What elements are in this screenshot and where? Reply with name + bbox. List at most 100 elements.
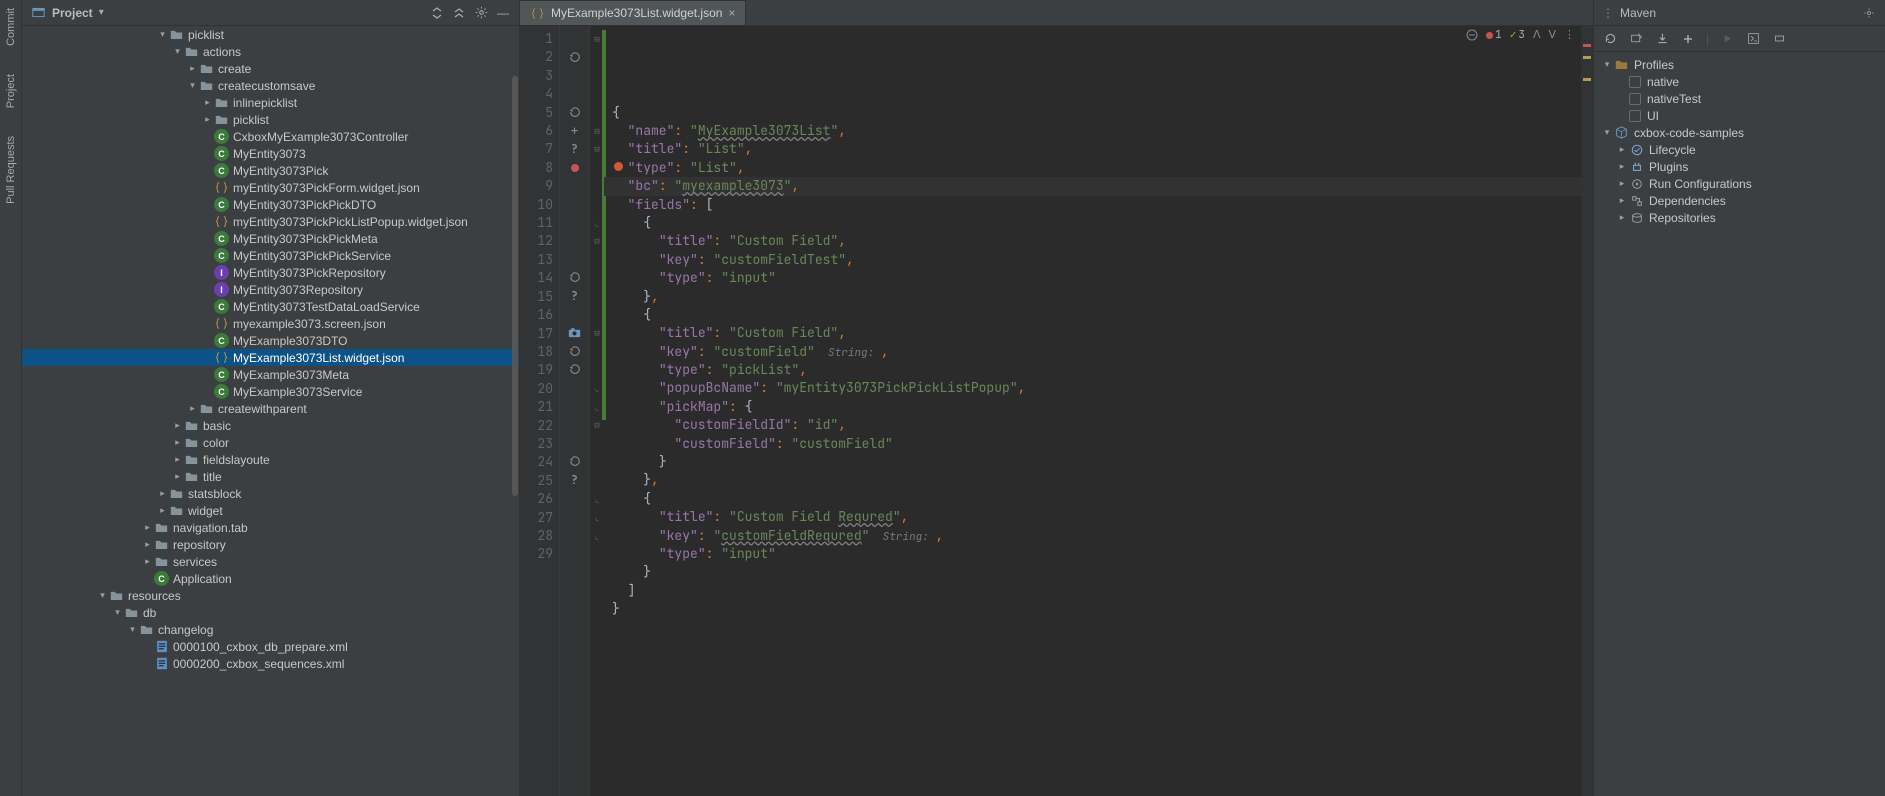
tree-arrow-icon[interactable]: ▸ — [142, 556, 153, 567]
maven-tree-item[interactable]: native — [1594, 73, 1885, 90]
tree-item[interactable]: CMyEntity3073 — [22, 145, 519, 162]
highlight-level-icon[interactable] — [1466, 29, 1478, 41]
tree-item[interactable]: ▸create — [22, 60, 519, 77]
tree-arrow-icon[interactable]: ▸ — [172, 471, 183, 482]
project-tree-scrollbar[interactable] — [511, 26, 519, 796]
maven-tree-item[interactable]: ▸Repositories — [1594, 209, 1885, 226]
tree-arrow-icon[interactable]: ▸ — [172, 437, 183, 448]
maven-tree[interactable]: ▾ProfilesnativenativeTestUI▾cxbox-code-s… — [1594, 52, 1885, 796]
tree-item[interactable]: ▸inlinepicklist — [22, 94, 519, 111]
tree-arrow-icon[interactable]: ▸ — [202, 114, 213, 125]
tree-item[interactable]: myexample3073.screen.json — [22, 315, 519, 332]
maven-tree-item[interactable]: ▸Dependencies — [1594, 192, 1885, 209]
tree-arrow-icon[interactable]: ▸ — [142, 522, 153, 533]
maven-header-menu-icon[interactable]: ⋮ — [1602, 6, 1614, 20]
tree-arrow-icon[interactable]: ▸ — [142, 539, 153, 550]
tree-item[interactable]: ▾changelog — [22, 621, 519, 638]
tree-item[interactable]: ▸services — [22, 553, 519, 570]
tree-item[interactable]: 0000200_cxbox_sequences.xml — [22, 655, 519, 672]
tree-item[interactable]: CMyExample3073DTO — [22, 332, 519, 349]
icon-gutter[interactable]: +??? — [560, 26, 590, 796]
tree-arrow-icon[interactable]: ▾ — [172, 46, 183, 57]
profile-checkbox[interactable] — [1629, 110, 1641, 122]
tree-item[interactable]: ▸repository — [22, 536, 519, 553]
tree-item[interactable]: CMyExample3073Service — [22, 383, 519, 400]
tree-arrow-icon[interactable]: ▾ — [127, 624, 138, 635]
maven-download-icon[interactable] — [1654, 31, 1670, 47]
profile-checkbox[interactable] — [1629, 76, 1641, 88]
maven-tree-item[interactable]: ▸Lifecycle — [1594, 141, 1885, 158]
maven-toggle-offline-icon[interactable] — [1771, 31, 1787, 47]
tree-arrow-icon[interactable]: ▸ — [202, 97, 213, 108]
tree-item[interactable]: ▸fieldslayoute — [22, 451, 519, 468]
tree-item[interactable]: 0000100_cxbox_db_prepare.xml — [22, 638, 519, 655]
tree-arrow-icon[interactable]: ▾ — [112, 607, 123, 618]
tree-item[interactable]: ▸createwithparent — [22, 400, 519, 417]
tree-arrow-icon[interactable]: ▾ — [157, 29, 168, 40]
rail-pull-requests[interactable]: Pull Requests — [5, 132, 17, 208]
tree-item[interactable]: ▸widget — [22, 502, 519, 519]
tree-item[interactable]: ▸statsblock — [22, 485, 519, 502]
next-highlight-icon[interactable]: ᐯ — [1548, 28, 1556, 42]
profile-checkbox[interactable] — [1629, 93, 1641, 105]
project-view-dropdown-icon[interactable]: ▾ — [99, 7, 104, 18]
hide-icon[interactable]: — — [495, 5, 511, 21]
tree-item[interactable]: CMyEntity3073Pick — [22, 162, 519, 179]
error-count[interactable]: 1 — [1486, 28, 1502, 42]
maven-execute-icon[interactable] — [1745, 31, 1761, 47]
project-tree[interactable]: ▾picklist▾actions▸create▾createcustomsav… — [22, 26, 519, 796]
tree-item[interactable]: CMyEntity3073TestDataLoadService — [22, 298, 519, 315]
maven-tree-item[interactable]: ▸Run Configurations — [1594, 175, 1885, 192]
tree-item[interactable]: ▾actions — [22, 43, 519, 60]
rail-commit[interactable]: Commit — [5, 4, 17, 50]
tree-arrow-icon[interactable]: ▸ — [157, 505, 168, 516]
gear-icon[interactable] — [473, 5, 489, 21]
tree-item[interactable]: IMyEntity3073PickRepository — [22, 264, 519, 281]
error-bulb-icon[interactable] — [614, 162, 623, 171]
editor-body[interactable]: 1 ✓3 ᐱ ᐯ ⋮ 12345678910111213141516171819… — [520, 26, 1593, 796]
editor-tab[interactable]: MyExample3073List.widget.json × — [520, 0, 746, 25]
tree-item[interactable]: ▾db — [22, 604, 519, 621]
tree-item[interactable]: IMyEntity3073Repository — [22, 281, 519, 298]
maven-tree-item[interactable]: ▸Plugins — [1594, 158, 1885, 175]
tree-item[interactable]: CMyExample3073Meta — [22, 366, 519, 383]
tree-item[interactable]: CMyEntity3073PickPickDTO — [22, 196, 519, 213]
tree-arrow-icon[interactable]: ▾ — [97, 590, 108, 601]
tree-arrow-icon[interactable]: ▸ — [187, 403, 198, 414]
tree-arrow-icon[interactable]: ▸ — [187, 63, 198, 74]
tree-arrow-icon[interactable]: ▸ — [172, 454, 183, 465]
maven-tree-item[interactable]: UI — [1594, 107, 1885, 124]
tree-item[interactable]: CCxboxMyExample3073Controller — [22, 128, 519, 145]
tree-item[interactable]: ▾resources — [22, 587, 519, 604]
inspection-menu-icon[interactable]: ⋮ — [1564, 28, 1575, 42]
tree-arrow-icon[interactable]: ▸ — [172, 420, 183, 431]
tree-item[interactable]: ▸color — [22, 434, 519, 451]
tree-item[interactable]: CMyEntity3073PickPickService — [22, 247, 519, 264]
tree-item[interactable]: ▸basic — [22, 417, 519, 434]
select-opened-icon[interactable] — [429, 5, 445, 21]
tree-item[interactable]: myEntity3073PickPickListPopup.widget.jso… — [22, 213, 519, 230]
maven-reload-icon[interactable] — [1602, 31, 1618, 47]
expand-all-icon[interactable] — [451, 5, 467, 21]
maven-tree-item[interactable]: ▾cxbox-code-samples — [1594, 124, 1885, 141]
line-number-gutter[interactable]: 1234567891011121314151617181920212223242… — [520, 26, 560, 796]
warning-count[interactable]: ✓3 — [1510, 28, 1525, 42]
prev-highlight-icon[interactable]: ᐱ — [1533, 28, 1541, 42]
tree-item[interactable]: ▸picklist — [22, 111, 519, 128]
tree-item[interactable]: ▸title — [22, 468, 519, 485]
tree-arrow-icon[interactable]: ▸ — [157, 488, 168, 499]
maven-tree-item[interactable]: nativeTest — [1594, 90, 1885, 107]
tree-item[interactable]: CMyEntity3073PickPickMeta — [22, 230, 519, 247]
tree-item[interactable]: ▸navigation.tab — [22, 519, 519, 536]
maven-add-icon[interactable] — [1680, 31, 1696, 47]
tree-item[interactable]: ▾createcustomsave — [22, 77, 519, 94]
tree-item[interactable]: myEntity3073PickForm.widget.json — [22, 179, 519, 196]
tree-item[interactable]: CApplication — [22, 570, 519, 587]
tree-arrow-icon[interactable]: ▾ — [187, 80, 198, 91]
maven-tree-item[interactable]: ▾Profiles — [1594, 56, 1885, 73]
code-area[interactable]: { "name": "MyExample3073List", "title": … — [604, 26, 1593, 796]
inspection-widget[interactable]: 1 ✓3 ᐱ ᐯ ⋮ — [1466, 28, 1575, 42]
close-tab-icon[interactable]: × — [728, 6, 735, 20]
tree-item[interactable]: MyExample3073List.widget.json — [22, 349, 519, 366]
rail-project[interactable]: Project — [5, 70, 17, 112]
